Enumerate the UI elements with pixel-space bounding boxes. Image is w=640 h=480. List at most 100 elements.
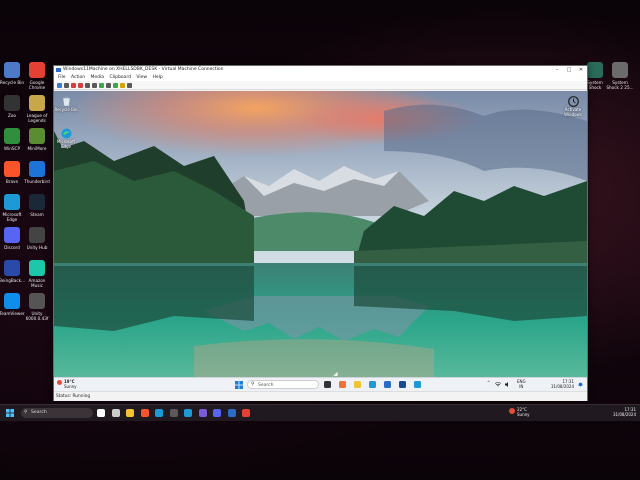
- host-desktop-icon[interactable]: Steam: [23, 194, 51, 217]
- vm-window-title: Windows11Machine on XHELLSDBK_DESK - Vir…: [63, 67, 224, 72]
- host-taskbar-app-icon[interactable]: [126, 409, 134, 417]
- host-taskbar-app-icon[interactable]: [198, 409, 207, 417]
- guest-taskbar-app-icon[interactable]: [384, 381, 391, 388]
- vm-toolbar-button[interactable]: [85, 82, 90, 88]
- vm-menubar: File Action Media Clipboard View Help: [54, 74, 587, 81]
- guest-edge[interactable]: Microsoft Edge: [54, 127, 81, 149]
- menu-help[interactable]: Help: [153, 75, 163, 80]
- edge-icon: [4, 194, 20, 210]
- vm-toolbar-button[interactable]: [106, 82, 111, 88]
- host-desktop: Recycle Bin Google Chrome Zoo League of Leg…: [0, 0, 640, 480]
- host-desktop-icon-label: Thunderbird: [24, 179, 50, 184]
- host-taskbar-app-icon[interactable]: [213, 409, 221, 417]
- host-desktop-icon-label: Unity Hub: [26, 245, 48, 250]
- host-desktop-icon-label: League of Legends: [26, 113, 48, 123]
- host-taskbar-app-icon[interactable]: [227, 409, 236, 417]
- vm-toolbar-button[interactable]: [92, 82, 97, 88]
- host-taskbar-app-icon[interactable]: [242, 409, 250, 417]
- vm-toolbar-button[interactable]: [120, 82, 125, 88]
- host-desktop-icon[interactable]: Unity Hub: [23, 227, 51, 250]
- host-desktop-icon[interactable]: Unity 6000.0.43f: [23, 293, 51, 321]
- host-desktop-icon-label: Zoo: [8, 113, 16, 118]
- host-desktop-icon-label: System Shock: [587, 80, 603, 90]
- guest-taskbar-app-icon[interactable]: [399, 381, 406, 388]
- host-desktop-icon-label: Recycle Bin: [0, 80, 25, 85]
- app-icon: [4, 260, 20, 276]
- host-desktop-icon[interactable]: Thunderbird: [23, 161, 51, 184]
- host-desktop-icon-label: Discord: [4, 245, 20, 250]
- guest-taskbar-app-icon[interactable]: [339, 381, 346, 388]
- weather-icon: [57, 380, 62, 385]
- host-weather-widget[interactable]: 22°C Sunny: [509, 407, 530, 417]
- zoo-icon: [4, 95, 20, 111]
- menu-clipboard[interactable]: Clipboard: [109, 75, 131, 80]
- host-taskbar-app-icon[interactable]: [140, 409, 149, 417]
- host-desktop-icon[interactable]: System Shock 2 25...: [606, 62, 634, 90]
- host-taskbar-app-icon[interactable]: [184, 409, 192, 417]
- amazon-music-icon: [29, 260, 45, 276]
- vm-toolbar-button[interactable]: [113, 82, 118, 88]
- tray-volume-icon[interactable]: [505, 382, 511, 389]
- guest-search-box[interactable]: ⚲ Search: [247, 380, 319, 389]
- vm-toolbar: [54, 81, 587, 90]
- vm-toolbar-button[interactable]: [64, 82, 69, 88]
- vm-connection-window[interactable]: Windows11Machine on XHELLSDBK_DESK - Vir…: [53, 65, 588, 401]
- vm-app-icon: [56, 68, 61, 72]
- host-desktop-icon-label: WinSCP: [4, 146, 20, 151]
- search-icon: ⚲: [24, 410, 28, 415]
- tray-language[interactable]: ENG IN: [517, 379, 526, 389]
- maximize-button[interactable]: □: [563, 66, 575, 74]
- notification-bell-icon[interactable]: [578, 382, 583, 389]
- clock-icon: [567, 95, 579, 107]
- system-shock-icon: [587, 62, 603, 78]
- guest-recycle-bin[interactable]: Recycle Bin: [54, 95, 81, 113]
- host-desktop-icon-label: Unity 6000.0.43f: [25, 311, 49, 321]
- tray-network-icon[interactable]: [494, 382, 502, 389]
- guest-taskbar-app-icon[interactable]: [369, 381, 376, 388]
- vm-toolbar-button[interactable]: [57, 82, 62, 88]
- menu-file[interactable]: File: [58, 75, 66, 80]
- host-taskbar-app-icon[interactable]: [111, 409, 120, 417]
- minimize-button[interactable]: –: [551, 66, 563, 74]
- league-icon: [29, 95, 45, 111]
- close-button[interactable]: ✕: [575, 66, 587, 74]
- guest-taskbar: 19°C Sunny ⚲ Search ^ ENG IN 17:31 31/08…: [54, 377, 587, 391]
- host-desktop-icon-label: BeingBack...: [0, 278, 26, 283]
- guest-clock[interactable]: 17:31 31/08/2024: [550, 379, 574, 389]
- host-desktop-icon[interactable]: Amazon Music: [23, 260, 51, 288]
- minimore-icon: [29, 128, 45, 144]
- vm-toolbar-button[interactable]: [78, 82, 83, 88]
- guest-taskbar-app-icon[interactable]: [354, 381, 361, 388]
- vm-toolbar-button[interactable]: [127, 82, 132, 88]
- guest-wallpaper: [54, 91, 587, 377]
- menu-view[interactable]: View: [136, 75, 147, 80]
- guest-taskbar-app-icon[interactable]: [414, 381, 421, 388]
- system-shock-2-icon: [612, 62, 628, 78]
- host-desktop-icon[interactable]: Google Chrome: [23, 62, 51, 90]
- winscp-icon: [4, 128, 20, 144]
- vm-status-text: Status: Running: [56, 394, 91, 399]
- host-taskbar-app-icon[interactable]: [169, 409, 178, 417]
- windows-start-icon[interactable]: [6, 409, 14, 417]
- windows-start-icon[interactable]: [235, 381, 243, 389]
- vm-toolbar-button[interactable]: [71, 82, 76, 88]
- guest-weather-widget[interactable]: 19°C Sunny: [57, 379, 77, 389]
- host-clock[interactable]: 17:31 31/08/2024: [610, 407, 636, 418]
- tray-chevron-icon[interactable]: ^: [487, 380, 490, 386]
- host-desktop-icon[interactable]: MiniMore: [23, 128, 51, 151]
- menu-media[interactable]: Media: [91, 75, 105, 80]
- vm-toolbar-button[interactable]: [99, 82, 104, 88]
- menu-action[interactable]: Action: [71, 75, 85, 80]
- host-taskbar-app-icon[interactable]: [155, 409, 163, 417]
- guest-taskbar-app-icon[interactable]: [324, 381, 331, 388]
- host-search-box[interactable]: ⚲ Search: [21, 408, 93, 418]
- host-taskbar-app-icon[interactable]: [97, 409, 105, 417]
- host-desktop-icon-label: Amazon Music: [28, 278, 46, 288]
- guest-screen[interactable]: Recycle Bin Microsoft Edge Activate Wind…: [54, 91, 587, 391]
- host-desktop-icon[interactable]: League of Legends: [23, 95, 51, 123]
- steam-icon: [29, 194, 45, 210]
- vm-titlebar[interactable]: Windows11Machine on XHELLSDBK_DESK - Vir…: [54, 66, 587, 74]
- guest-right-shortcut[interactable]: Activate Windows: [558, 95, 587, 117]
- chrome-icon: [29, 62, 45, 78]
- brave-icon: [4, 161, 20, 177]
